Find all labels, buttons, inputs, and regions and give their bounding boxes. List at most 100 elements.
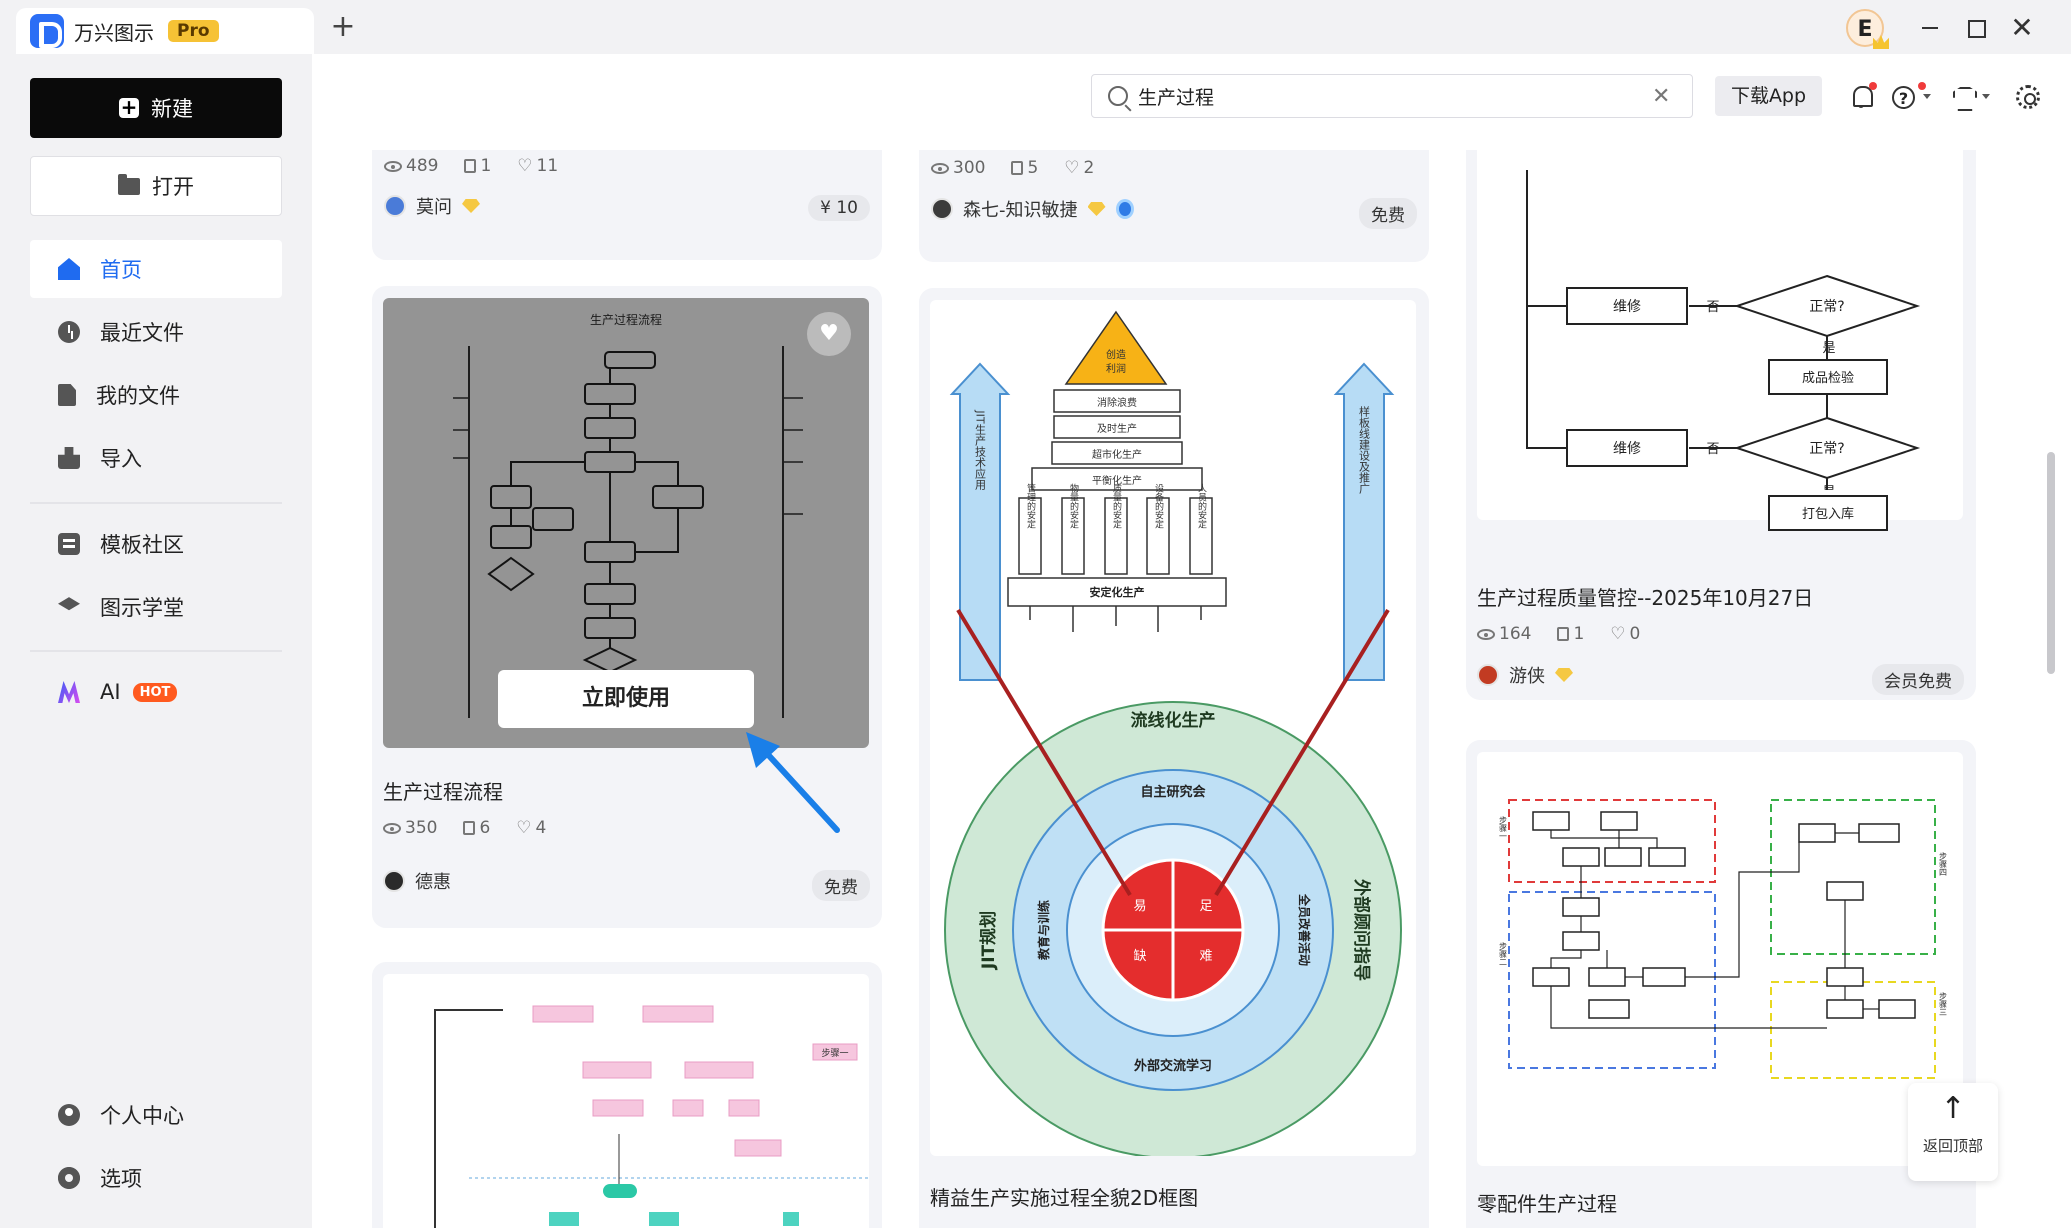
card-title[interactable]: 生产过程流程 <box>383 776 503 805</box>
search-input[interactable] <box>1138 85 1638 107</box>
back-to-top-label: 返回顶部 <box>1922 1137 1983 1155</box>
card-thumbnail[interactable]: 步骤一 <box>383 974 869 1228</box>
template-card-quality-control[interactable]: 维修 维修 正常? 正常? 成品检验 否 否 是 是 <box>1466 150 1976 700</box>
card-thumbnail[interactable]: 步骤一 步骤二 步骤三 步骤四 <box>1477 752 1963 1166</box>
vip-gem-icon <box>462 199 480 213</box>
download-app-button[interactable]: 下载App <box>1715 76 1822 116</box>
tier-label: 及时生产 <box>1097 422 1137 435</box>
edge-label: 是 <box>1822 341 1835 356</box>
view-count: 300 <box>931 158 985 178</box>
sidebar-item-ai[interactable]: AI HOT <box>30 663 282 721</box>
sidebar-item-label: 个人中心 <box>100 1104 184 1128</box>
card-stats: 300 5 ♡ 2 <box>931 158 1094 178</box>
card-author[interactable]: 德惠 <box>383 868 451 894</box>
favorite-button[interactable]: ♥ <box>807 312 851 356</box>
view-count: 489 <box>384 156 438 176</box>
template-card[interactable]: 步骤一 <box>372 962 882 1228</box>
roof-label-1: 创造 <box>1106 348 1126 361</box>
card-author[interactable]: 莫问 <box>384 193 480 219</box>
help-icon[interactable]: ? <box>1892 86 1915 109</box>
sidebar-item-label: 首页 <box>100 258 142 282</box>
tier-label: 超市化生产 <box>1092 448 1142 461</box>
edge-label: 否 <box>1706 442 1719 457</box>
sidebar-item-home[interactable]: 首页 <box>30 240 282 298</box>
settings-icon[interactable] <box>2016 85 2040 109</box>
app-tab[interactable]: 万兴图示 Pro <box>16 8 314 54</box>
sidebar-item-import[interactable]: 导入 <box>30 429 282 487</box>
close-window-button[interactable]: ✕ <box>2006 12 2038 44</box>
minimize-button[interactable] <box>1914 12 1946 44</box>
user-avatar[interactable]: E <box>1846 9 1889 49</box>
scrollbar[interactable] <box>2047 452 2055 674</box>
pillar-label: 人员的安定 <box>1196 483 1207 529</box>
sidebar-item-options[interactable]: 选项 <box>30 1149 282 1207</box>
sidebar-item-school[interactable]: 图示学堂 <box>30 578 282 636</box>
sidebar-item-label: 模板社区 <box>100 533 184 557</box>
sidebar: + 新建 打开 首页 最近文件 我的文件 导入 模板社区 图示学堂 AI HOT… <box>0 54 312 1228</box>
node-label: 打包入库 <box>1802 506 1854 522</box>
inner-bottom-label: 外部交流学习 <box>1133 1058 1212 1074</box>
new-button[interactable]: + 新建 <box>30 78 282 138</box>
folder-icon <box>118 173 140 195</box>
hot-badge: HOT <box>132 682 178 702</box>
back-to-top-button[interactable]: ↑ 返回顶部 <box>1908 1083 1998 1181</box>
template-card-lean-production[interactable]: JIT生产技术应用 样板线建设及推广 创造 利润 消除浪费 及时生产 超市化生产… <box>919 288 1429 1228</box>
avatar <box>383 870 405 892</box>
bell-icon[interactable] <box>1849 82 1877 110</box>
pillar-label: 管理的安定 <box>1025 482 1036 529</box>
template-card-parts-production[interactable]: 步骤一 步骤二 步骤三 步骤四 零配件生产过程 330 1 ♡0 <box>1466 740 1976 1228</box>
eye-icon <box>383 822 401 834</box>
sidebar-item-my-files[interactable]: 我的文件 <box>30 366 282 424</box>
author-name: 德惠 <box>415 872 451 893</box>
open-button[interactable]: 打开 <box>30 156 282 216</box>
school-icon <box>58 597 80 611</box>
eye-icon <box>931 162 949 174</box>
copy-count: 1 <box>464 156 491 176</box>
copy-icon <box>1557 627 1570 641</box>
app-logo-icon <box>30 14 64 48</box>
search-icon <box>1108 86 1128 106</box>
chevron-down-icon[interactable] <box>1923 94 1931 99</box>
search-box[interactable]: ✕ <box>1091 74 1693 118</box>
template-card[interactable]: 300 5 ♡ 2 森七-知识敏捷 免费 <box>919 150 1429 262</box>
card-title[interactable]: 零配件生产过程 <box>1477 1188 1617 1217</box>
eye-icon <box>1477 628 1495 640</box>
like-count: ♡ 4 <box>516 818 547 838</box>
roof-label-2: 利润 <box>1106 362 1126 375</box>
sidebar-item-recent[interactable]: 最近文件 <box>30 303 282 361</box>
clear-search-icon[interactable]: ✕ <box>1652 84 1670 109</box>
card-author[interactable]: 森七-知识敏捷 <box>931 196 1134 222</box>
card-thumbnail[interactable]: 生产过程流程 ♥ 立即使用 <box>383 298 869 748</box>
node-label: 维修 <box>1613 441 1641 457</box>
right-arrow-label: 样板线建设及推广 <box>1358 405 1371 495</box>
card-thumbnail[interactable]: 维修 维修 正常? 正常? 成品检验 否 否 是 是 <box>1477 150 1963 520</box>
core-label: 易 <box>1133 899 1146 914</box>
card-title[interactable]: 生产过程质量管控--2025年10月27日 <box>1477 582 1813 611</box>
card-thumbnail[interactable]: JIT生产技术应用 样板线建设及推广 创造 利润 消除浪费 及时生产 超市化生产… <box>930 300 1416 1156</box>
template-card[interactable]: 489 1 ♡ 11 莫问 ¥ 10 <box>372 150 882 260</box>
chevron-down-icon[interactable] <box>1982 94 1990 99</box>
card-author[interactable]: 游侠 <box>1477 662 1573 688</box>
inner-left-label: 教育与训练 <box>1036 900 1051 961</box>
card-stats: 489 1 ♡ 11 <box>384 156 558 176</box>
eye-icon <box>384 160 402 172</box>
quality-flow-thumbnail: 维修 维修 正常? 正常? 成品检验 否 否 是 是 <box>1526 170 1921 510</box>
template-icon <box>58 533 80 555</box>
sidebar-item-template-community[interactable]: 模板社区 <box>30 515 282 573</box>
home-icon <box>58 258 80 280</box>
open-label: 打开 <box>152 175 194 199</box>
sidebar-item-profile[interactable]: 个人中心 <box>30 1086 282 1144</box>
notification-dot <box>1869 82 1877 90</box>
new-tab-button[interactable]: + <box>326 10 360 44</box>
maximize-button[interactable] <box>1960 12 1992 44</box>
app-name: 万兴图示 <box>74 20 154 45</box>
use-now-button[interactable]: 立即使用 <box>498 670 754 728</box>
title-bar: 万兴图示 Pro + E ✕ <box>0 0 2071 54</box>
heart-icon: ♡ <box>1064 158 1080 178</box>
user-icon <box>58 1104 80 1126</box>
theme-icon[interactable] <box>1951 84 1977 110</box>
inner-right-label: 全员改善活动 <box>1297 893 1312 966</box>
avatar <box>384 195 406 217</box>
card-title[interactable]: 精益生产实施过程全貌2D框图 <box>930 1182 1198 1211</box>
ring-top-label: 流线化生产 <box>1131 710 1216 731</box>
